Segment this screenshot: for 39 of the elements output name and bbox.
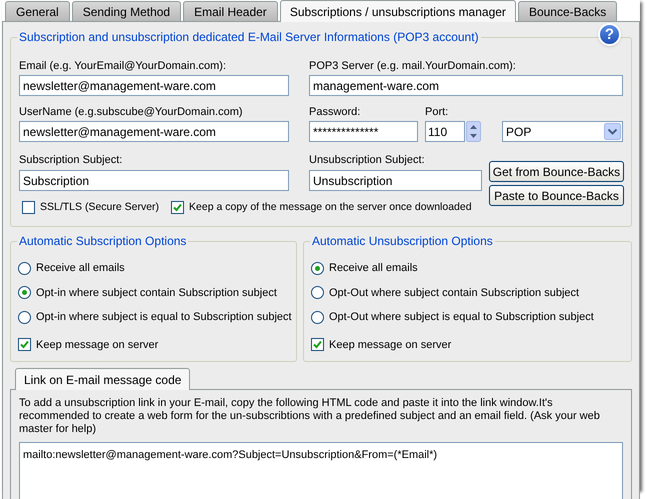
- option-label: Opt-in where subject contain Subscription subject: [36, 286, 277, 300]
- option-label: Keep message on server: [329, 338, 452, 352]
- option-label: Opt-Out where subject is equal to Subscription subject: [329, 310, 594, 325]
- text-field[interactable]: Subscription: [19, 170, 289, 191]
- tab[interactable]: Sending Method: [72, 1, 182, 21]
- code-textarea[interactable]: mailto:newsletter@management-ware.com?Subject=Unsubscription&From=(*Email*): [19, 442, 623, 499]
- option-label: Receive all emails: [329, 261, 418, 276]
- option-label: Keep a copy of the message on the server once downloaded: [189, 200, 472, 215]
- option-label: Opt-in where subject is equal to Subscription subject: [36, 310, 292, 325]
- field-label: Email (e.g. YourEmail@YourDomain.com):: [19, 59, 228, 73]
- tab[interactable]: Bounce-Backs: [518, 1, 618, 21]
- group-title: Subscription and unsubscription dedicated E-Mail Server Informations (POP3 account): [17, 30, 481, 44]
- action-button[interactable]: Paste to Bounce-Backs: [489, 185, 624, 206]
- option-label: Keep message on server: [36, 338, 158, 352]
- field-label: Subscription Subject:: [19, 153, 124, 167]
- text-field[interactable]: **************: [309, 121, 418, 142]
- tab[interactable]: General: [5, 1, 70, 21]
- port-field[interactable]: 110: [425, 121, 465, 142]
- description-text: To add a unsubscription link in your E-mail, copy the following HTML code and paste it into the link window.It's recommended to create a web form for the un-subscribtions with a predefined subject and an email field. (Ask your web master for help): [19, 397, 601, 436]
- tab[interactable]: Email Header: [183, 1, 278, 21]
- tab[interactable]: Subscriptions / unsubscriptions manager: [280, 0, 516, 22]
- help-button[interactable]: ?: [598, 23, 621, 46]
- field-label: UserName (e.g.subscube@YourDomain.com): [19, 105, 244, 119]
- tab[interactable]: Link on E-mail message code: [15, 368, 190, 390]
- group-title: Automatic Unsubscription Options: [310, 234, 495, 248]
- protocol-dropdown[interactable]: POP: [502, 121, 623, 142]
- field-label: Port:: [425, 105, 450, 119]
- option-label: Opt-Out where subject contain Subscription subject: [329, 286, 580, 300]
- text-field[interactable]: Unsubscription: [309, 170, 482, 191]
- action-button[interactable]: Get from Bounce-Backs: [489, 161, 624, 182]
- text-field[interactable]: newsletter@management-ware.com: [19, 121, 289, 142]
- option-label: SSL/TLS (Secure Server): [40, 200, 160, 215]
- field-label: Password:: [309, 105, 362, 119]
- text-field[interactable]: management-ware.com: [309, 75, 623, 96]
- group-title: Automatic Subscription Options: [17, 234, 188, 248]
- option-label: Receive all emails: [36, 261, 125, 276]
- field-label: POP3 Server (e.g. mail.YourDomain.com):: [309, 59, 517, 73]
- field-label: Unsubscription Subject:: [309, 153, 426, 167]
- text-field[interactable]: newsletter@management-ware.com: [19, 75, 289, 96]
